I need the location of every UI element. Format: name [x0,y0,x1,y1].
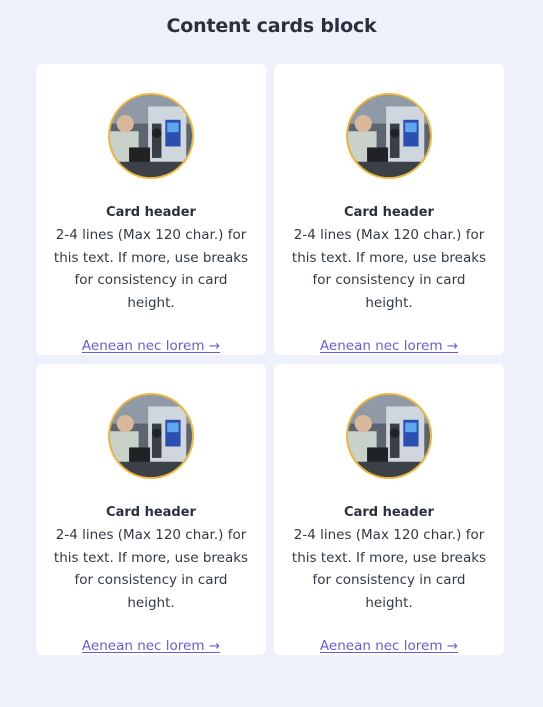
content-cards-grid: Card header 2-4 lines (Max 120 char.) fo… [36,64,504,655]
card-image [108,393,194,479]
page-title: Content cards block [166,15,377,37]
card-link[interactable]: Aenean nec lorem → [320,338,458,354]
card-link[interactable]: Aenean nec lorem → [320,638,458,654]
card-header: Card header [344,205,434,220]
card-image [108,93,194,179]
card-image [346,393,432,479]
content-card: Card header 2-4 lines (Max 120 char.) fo… [274,364,504,655]
card-header: Card header [344,505,434,520]
card-body: 2-4 lines (Max 120 char.) for this text.… [291,227,487,311]
card-body: 2-4 lines (Max 120 char.) for this text.… [53,227,249,311]
card-body: 2-4 lines (Max 120 char.) for this text.… [53,527,249,611]
content-card: Card header 2-4 lines (Max 120 char.) fo… [36,364,266,655]
card-header: Card header [106,505,196,520]
card-link[interactable]: Aenean nec lorem → [82,338,220,354]
card-image [346,93,432,179]
card-link[interactable]: Aenean nec lorem → [82,638,220,654]
content-card: Card header 2-4 lines (Max 120 char.) fo… [274,64,504,355]
card-body: 2-4 lines (Max 120 char.) for this text.… [291,527,487,611]
card-header: Card header [106,205,196,220]
content-card: Card header 2-4 lines (Max 120 char.) fo… [36,64,266,355]
